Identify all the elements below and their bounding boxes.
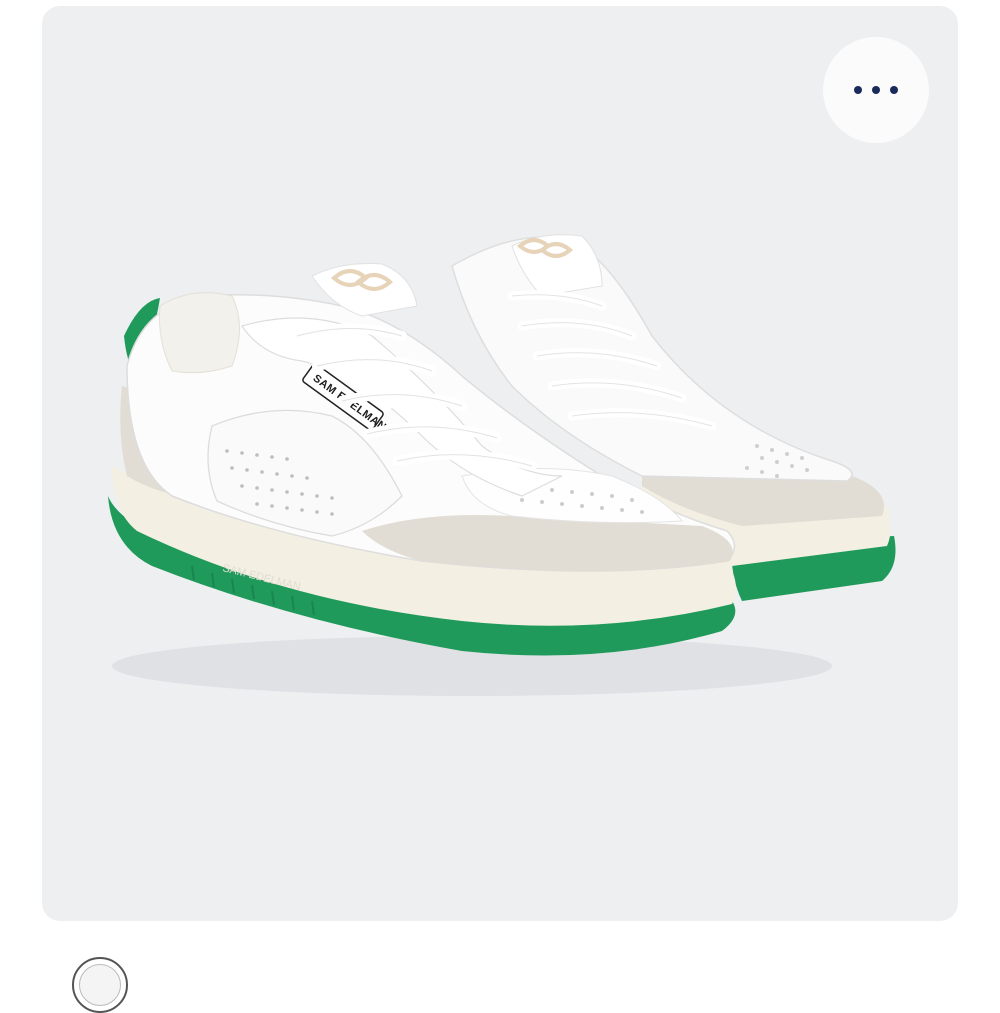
product-image-card: SAM EDELMAN SAM EDELMAN bbox=[42, 6, 958, 921]
product-image[interactable]: SAM EDELMAN SAM EDELMAN bbox=[42, 6, 958, 921]
more-options-button[interactable] bbox=[823, 37, 929, 143]
color-swatch-row bbox=[0, 930, 1000, 1013]
more-horizontal-icon bbox=[854, 86, 898, 94]
color-swatch-selected[interactable] bbox=[72, 957, 128, 1013]
